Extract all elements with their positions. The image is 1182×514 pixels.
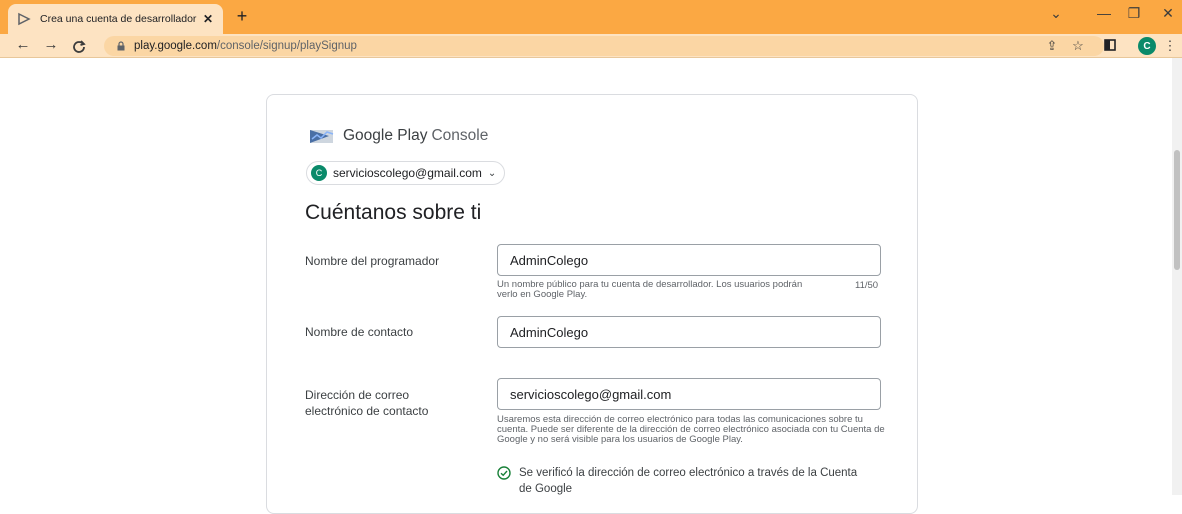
back-arrow-icon[interactable]: ← bbox=[14, 36, 32, 53]
contact-email-input[interactable]: servicioscolego@gmail.com bbox=[497, 378, 881, 410]
lock-icon bbox=[117, 41, 125, 51]
contact-name-input[interactable]: AdminColego bbox=[497, 316, 881, 348]
play-console-favicon-icon bbox=[16, 11, 32, 27]
developer-name-input[interactable]: AdminColego bbox=[497, 244, 881, 276]
url-path: /console/signup/playSignup bbox=[216, 40, 357, 52]
account-email: servicioscolego@gmail.com bbox=[333, 166, 482, 180]
signup-card: Google Play Console C servicioscolego@gm… bbox=[266, 94, 918, 514]
address-bar[interactable]: play.google.com/console/signup/playSignu… bbox=[104, 36, 1104, 56]
url-host: play.google.com bbox=[134, 40, 217, 52]
email-verified-text: Se verificó la dirección de correo elect… bbox=[519, 467, 858, 495]
tab-title: Crea una cuenta de desarrollador bbox=[40, 13, 197, 25]
google-play-console-logo-icon bbox=[310, 130, 334, 143]
chevron-down-icon: ⌄ bbox=[487, 167, 497, 179]
share-icon[interactable]: ⇪ bbox=[1044, 38, 1060, 54]
brand-secondary: Console bbox=[431, 127, 489, 144]
contact-name-label: Nombre de contacto bbox=[305, 325, 414, 339]
profile-avatar[interactable]: C bbox=[1138, 37, 1156, 55]
page-scrollbar[interactable] bbox=[1172, 58, 1182, 495]
brand-primary: Google Play bbox=[343, 127, 428, 144]
restore-button[interactable]: ❐ bbox=[1124, 5, 1144, 22]
minimize-button[interactable]: — bbox=[1094, 5, 1114, 21]
brand-header: Google Play Console bbox=[309, 127, 488, 145]
contact-email-helper: Usaremos esta dirección de correo electr… bbox=[497, 414, 885, 445]
tab-search-icon[interactable]: ⌄ bbox=[1046, 5, 1066, 22]
contact-email-label: Dirección de correo electrónico de conta… bbox=[305, 388, 429, 418]
developer-name-counter: 11/50 bbox=[855, 280, 879, 291]
email-verified-notice: Se verificó la dirección de correo elect… bbox=[497, 465, 859, 497]
tab-close-icon[interactable]: ✕ bbox=[201, 12, 215, 26]
developer-name-label: Nombre del programador bbox=[305, 254, 440, 268]
developer-name-helper: Un nombre público para tu cuenta de desa… bbox=[497, 279, 803, 300]
scrollbar-thumb[interactable] bbox=[1174, 150, 1180, 270]
bookmark-star-icon[interactable]: ☆ bbox=[1070, 38, 1086, 54]
reload-icon[interactable] bbox=[70, 36, 88, 57]
tab-strip: Crea una cuenta de desarrollador ✕ + ⌄ —… bbox=[0, 0, 1182, 34]
more-menu-icon[interactable]: ⋮ bbox=[1162, 38, 1178, 54]
side-panel-icon[interactable] bbox=[1102, 38, 1118, 54]
page-title: Cuéntanos sobre ti bbox=[305, 201, 482, 224]
account-avatar: C bbox=[311, 165, 327, 181]
window-close-button[interactable]: ✕ bbox=[1158, 5, 1178, 22]
check-circle-icon bbox=[497, 466, 511, 480]
account-switcher[interactable]: C servicioscolego@gmail.com ⌄ bbox=[306, 161, 506, 185]
forward-arrow-icon[interactable]: → bbox=[42, 36, 60, 53]
new-tab-button[interactable]: + bbox=[232, 6, 252, 27]
browser-toolbar: ← → play.google.com/console/signup/playS… bbox=[0, 34, 1182, 58]
active-tab[interactable]: Crea una cuenta de desarrollador ✕ bbox=[8, 4, 223, 34]
